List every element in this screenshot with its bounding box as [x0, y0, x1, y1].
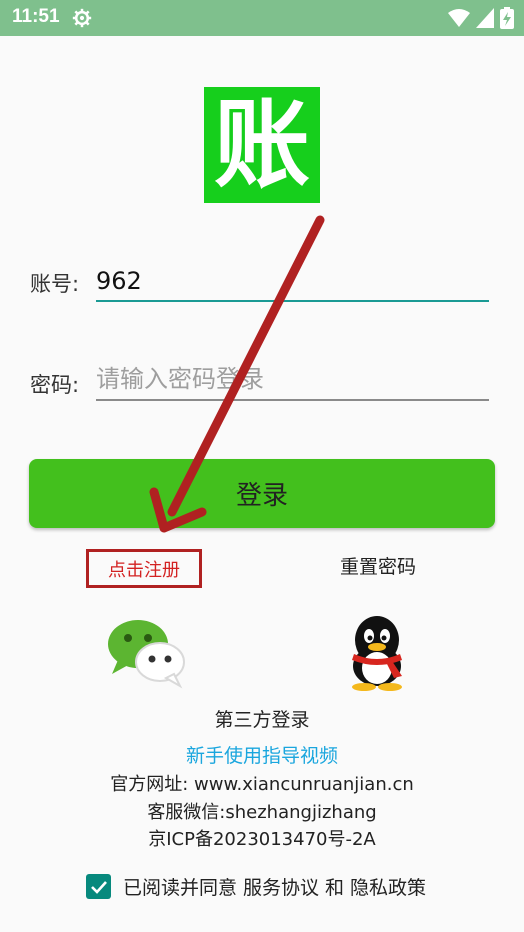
status-bar: 11:51 [0, 0, 524, 36]
service-agreement-link[interactable]: 服务协议 [243, 877, 319, 899]
logo-char: 账 [214, 88, 310, 201]
agreement-prefix: 已阅读并同意 [123, 877, 238, 899]
account-input[interactable] [96, 261, 489, 301]
gear-icon [72, 8, 92, 28]
agreement-checkbox[interactable] [86, 874, 111, 899]
account-label: 账号: [30, 272, 80, 296]
wifi-icon [448, 9, 470, 27]
password-input[interactable] [96, 359, 489, 399]
password-label: 密码: [30, 373, 80, 397]
qq-icon[interactable] [344, 612, 410, 692]
signal-icon [476, 8, 494, 28]
status-time: 11:51 [12, 6, 60, 27]
battery-charging-icon [500, 7, 514, 29]
official-website: 官方网址: www.xiancunruanjian.cn [110, 774, 414, 795]
icp-record: 京ICP备2023013470号-2A [148, 829, 376, 850]
password-underline [96, 399, 489, 401]
privacy-policy-link[interactable]: 隐私政策 [350, 877, 426, 899]
account-underline [96, 300, 489, 302]
login-button[interactable]: 登录 [29, 459, 495, 528]
reset-password-link[interactable]: 重置密码 [340, 552, 416, 579]
agreement-text: 已阅读并同意 服务协议和隐私政策 [123, 873, 432, 900]
register-link[interactable]: 点击注册 [86, 549, 202, 588]
customer-service-wechat: 客服微信:shezhangjizhang [147, 802, 377, 823]
guide-video-link[interactable]: 新手使用指导视频 [0, 741, 524, 768]
wechat-icon[interactable] [104, 614, 188, 690]
status-icons [448, 6, 514, 30]
app-logo: 账 [204, 87, 320, 203]
agreement-row: 已阅读并同意 服务协议和隐私政策 [86, 873, 432, 900]
check-icon [90, 880, 107, 894]
agreement-and: 和 [325, 877, 345, 899]
third-party-login-label: 第三方登录 [214, 709, 310, 731]
